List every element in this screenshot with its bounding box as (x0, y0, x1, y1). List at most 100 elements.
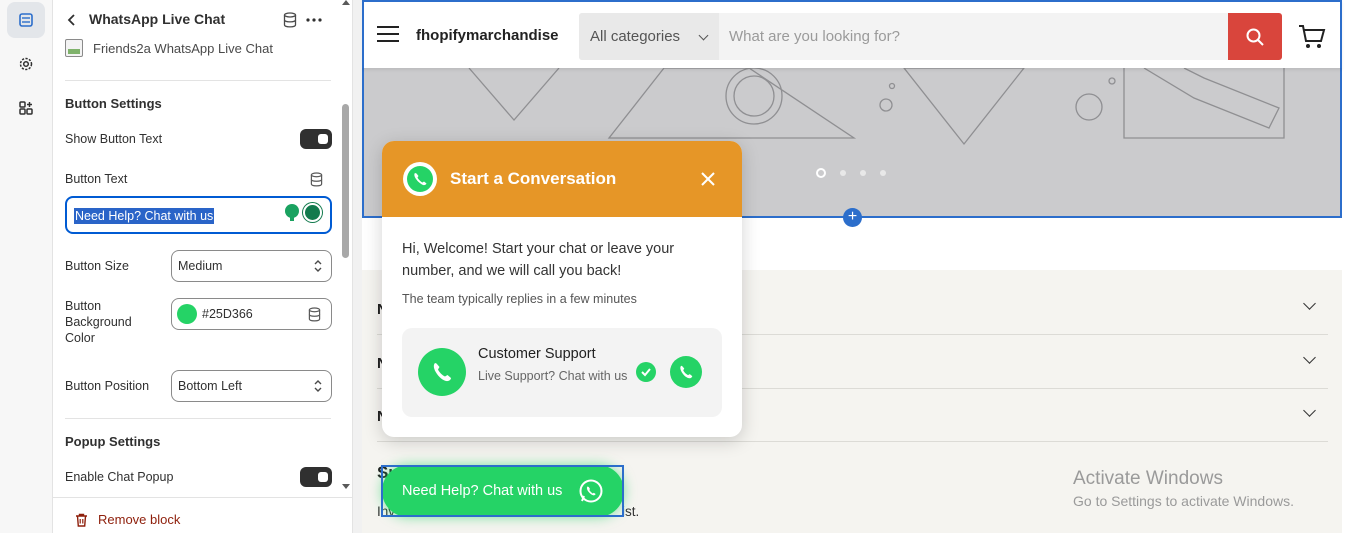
whatsapp-chat-button[interactable]: Need Help? Chat with us (382, 465, 624, 517)
editor-sidebar-rail (0, 0, 53, 533)
menu-icon[interactable] (377, 26, 401, 44)
more-options-button[interactable] (304, 10, 324, 30)
scroll-thumb[interactable] (342, 104, 349, 258)
database-icon[interactable] (308, 307, 321, 322)
slider-dot[interactable] (860, 170, 866, 176)
scroll-up-icon[interactable] (342, 0, 350, 5)
whatsapp-icon (403, 162, 437, 196)
theme-settings-button[interactable] (7, 46, 45, 82)
show-button-text-label: Show Button Text (65, 132, 163, 146)
button-size-label: Button Size (65, 259, 129, 273)
search-bar: All categories What are you looking for? (579, 13, 1282, 60)
chevron-down-icon (1303, 404, 1316, 417)
slider-dots (816, 168, 886, 178)
app-image-icon (65, 39, 83, 57)
button-settings-heading: Button Settings (65, 96, 162, 111)
app-embeds-button[interactable] (7, 90, 45, 126)
show-button-text-toggle[interactable] (300, 129, 332, 149)
whatsapp-icon (579, 479, 603, 503)
chat-popup-welcome: Hi, Welcome! Start your chat or leave yo… (402, 241, 675, 279)
button-text-input[interactable]: Need Help? Chat with us (65, 196, 332, 234)
cart-icon[interactable] (1298, 24, 1326, 50)
chevron-down-icon (1303, 351, 1316, 364)
slider-dot[interactable] (880, 170, 886, 176)
button-text-label: Button Text (65, 172, 128, 186)
phone-icon (680, 365, 693, 379)
panel-header: WhatsApp Live Chat Friends2a WhatsApp Li… (53, 0, 352, 76)
chevron-left-icon (67, 14, 75, 26)
enable-chat-popup-label: Enable Chat Popup (65, 470, 174, 484)
scroll-down-icon[interactable] (342, 484, 350, 489)
category-select[interactable]: All categories (579, 13, 719, 60)
agent-avatar (418, 348, 466, 396)
category-value: All categories (590, 28, 681, 45)
slider-dot[interactable] (816, 168, 826, 178)
subscribe-text-end: ist. (622, 504, 640, 519)
watermark-line2: Go to Settings to activate Windows. (1073, 493, 1294, 509)
store-header[interactable]: fhopifymarchandise All categories What a… (362, 0, 1342, 68)
select-arrows-icon (314, 380, 322, 392)
select-arrows-icon (314, 260, 322, 272)
popup-settings-heading: Popup Settings (65, 434, 161, 449)
panel-scrollbar[interactable] (340, 0, 350, 500)
chat-popup: Start a Conversation Hi, Welcome! Start … (382, 141, 742, 437)
dynamic-source-button[interactable] (280, 10, 300, 30)
chevron-down-icon (1303, 297, 1316, 310)
button-bg-color-value: #25D366 (202, 307, 253, 321)
agent-name: Customer Support (478, 346, 596, 362)
divider (65, 418, 331, 419)
button-bg-color-picker[interactable]: #25D366 (171, 298, 332, 330)
button-position-label: Button Position (65, 379, 150, 393)
search-input[interactable]: What are you looking for? (729, 28, 900, 45)
grammar-assist-icon[interactable] (285, 204, 299, 221)
search-icon (1246, 28, 1264, 46)
call-agent-button[interactable] (670, 356, 702, 388)
phone-icon (433, 363, 451, 382)
watermark-line1: Activate Windows (1073, 468, 1223, 489)
agent-description: Live Support? Chat with us (478, 369, 628, 383)
trash-icon (76, 513, 87, 527)
search-button[interactable] (1228, 13, 1282, 60)
chevron-down-icon (698, 30, 709, 41)
database-icon (310, 171, 322, 186)
color-swatch[interactable] (177, 304, 197, 324)
more-horizontal-icon (306, 18, 322, 22)
sections-button[interactable] (7, 2, 45, 38)
button-bg-color-label-line3: Color (65, 331, 95, 345)
whatsapp-chat-button-label: Need Help? Chat with us (402, 483, 563, 499)
agent-card[interactable]: Customer Support Live Support? Chat with… (402, 328, 722, 417)
close-icon[interactable] (700, 171, 716, 187)
back-button[interactable] (63, 10, 81, 30)
button-size-select[interactable]: Medium (171, 250, 332, 282)
button-position-select[interactable]: Bottom Left (171, 370, 332, 402)
button-text-value: Need Help? Chat with us (74, 208, 215, 224)
button-size-value: Medium (178, 259, 223, 273)
app-name: Friends2a WhatsApp Live Chat (93, 41, 273, 56)
apps-icon (19, 101, 33, 115)
block-settings-panel: WhatsApp Live Chat Friends2a WhatsApp Li… (53, 0, 353, 533)
button-bg-color-label-line2: Background (65, 315, 132, 329)
chat-popup-reply-time: The team typically replies in a few minu… (402, 292, 637, 306)
store-logo-text[interactable]: fhopifymarchandise (416, 27, 559, 44)
button-text-source-button[interactable] (308, 171, 324, 187)
panel-title: WhatsApp Live Chat (89, 11, 226, 27)
sections-icon (19, 13, 33, 27)
button-position-value: Bottom Left (178, 379, 242, 393)
remove-block-button[interactable]: Remove block (75, 512, 180, 527)
panel-footer: Remove block (53, 497, 352, 533)
button-bg-color-label-line1: Button (65, 299, 102, 313)
online-check-icon (636, 362, 656, 382)
extension-assist-icon[interactable] (303, 203, 322, 222)
add-section-button[interactable]: + (843, 208, 862, 227)
chat-popup-header: Start a Conversation (382, 141, 742, 217)
theme-editor: WhatsApp Live Chat Friends2a WhatsApp Li… (0, 0, 1349, 533)
divider (65, 80, 331, 81)
storefront-preview: fhopifymarchandise All categories What a… (362, 0, 1349, 533)
windows-activation-watermark: Activate Windows Go to Settings to activ… (1073, 468, 1294, 509)
database-icon (283, 12, 297, 28)
enable-chat-popup-toggle[interactable] (300, 467, 332, 487)
gear-icon (19, 57, 33, 71)
chat-popup-title: Start a Conversation (450, 169, 617, 188)
remove-block-label: Remove block (98, 512, 181, 527)
slider-dot[interactable] (840, 170, 846, 176)
